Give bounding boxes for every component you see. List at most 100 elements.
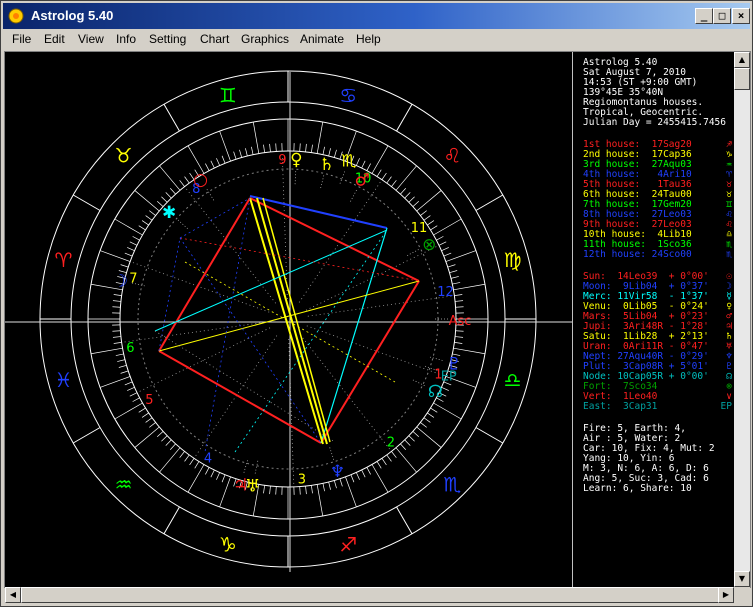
planet-glyph-icon: ○ <box>193 170 208 190</box>
degree-tick <box>404 192 411 199</box>
vertical-scroll-thumb[interactable] <box>734 68 750 90</box>
scroll-left-button[interactable]: ◀ <box>5 587 21 603</box>
menu-help[interactable]: Help <box>356 32 381 46</box>
menu-edit[interactable]: Edit <box>44 32 65 46</box>
minimize-button[interactable]: _ <box>695 8 713 24</box>
degree-tick <box>361 160 366 169</box>
vertical-scrollbar[interactable]: ▲ ▼ <box>734 52 750 587</box>
degree-tick <box>453 283 486 291</box>
zodiac-sign-icon: ♎ <box>504 368 522 392</box>
wheel-ring <box>70 101 506 537</box>
house-cusp-line-icon: ♏ <box>726 249 732 260</box>
menu-info[interactable]: Info <box>116 32 136 46</box>
aspect-line <box>158 350 322 444</box>
degree-tick <box>441 247 449 251</box>
degree-tick <box>356 472 360 480</box>
degree-tick <box>194 461 200 469</box>
wheel-ring <box>87 118 489 520</box>
astrology-wheel[interactable]: ♐♑♒♓♈♉♊ ♋♌♍♎♏123456789101112♂♏♄♀○✱☽⊗Asc♇E… <box>5 52 572 587</box>
menu-chart[interactable]: Chart <box>200 32 229 46</box>
degree-tick <box>159 165 181 191</box>
house-cusp-line <box>121 321 269 343</box>
horizontal-scrollbar[interactable]: ◀ ▶ <box>5 587 734 603</box>
planet-position-line-icon: EP <box>720 401 732 412</box>
degree-tick <box>114 402 143 420</box>
maximize-button[interactable]: □ <box>713 8 731 24</box>
degree-tick <box>120 264 129 268</box>
degree-tick <box>395 447 417 473</box>
degree-tick <box>412 431 420 438</box>
degree-tick <box>221 474 226 483</box>
degree-tick <box>404 439 411 446</box>
degree-tick <box>145 417 153 423</box>
planet-pointer <box>428 356 443 361</box>
degree-tick <box>455 306 464 308</box>
aspect-line <box>179 237 322 444</box>
degree-tick <box>452 282 461 285</box>
degree-tick <box>455 336 464 338</box>
zodiac-sign-icon: ♏ <box>443 472 461 496</box>
house-cusp-line <box>193 335 278 459</box>
degree-tick <box>252 121 260 154</box>
aspect-line <box>154 330 336 443</box>
menu-bar: File Edit View Info Setting Chart Graphi… <box>3 30 750 50</box>
planet-glyph-icon: ☽ <box>113 271 128 291</box>
scroll-down-button[interactable]: ▼ <box>734 571 750 587</box>
planet-pointer <box>329 446 335 460</box>
degree-tick <box>113 294 122 296</box>
menu-animate[interactable]: Animate <box>300 32 344 46</box>
planet-position-line: East: 3Cap31 <box>583 401 658 412</box>
title-bar[interactable]: Astrolog 5.40 _ □ × <box>3 3 750 29</box>
house-cusp-line <box>129 261 270 313</box>
aspect-line <box>179 197 251 239</box>
planet-glyph-icon: ✱ <box>162 203 176 223</box>
aspect-line <box>320 227 388 444</box>
degree-tick <box>169 187 176 195</box>
planet-pointer <box>243 459 249 473</box>
degree-tick <box>189 458 195 466</box>
degree-tick <box>322 483 325 492</box>
close-button[interactable]: × <box>732 8 750 24</box>
degree-tick <box>391 180 397 187</box>
degree-tick <box>165 192 172 199</box>
degree-tick <box>420 210 427 216</box>
planet-glyph-icon: EP <box>441 369 457 384</box>
degree-tick <box>311 485 313 494</box>
scroll-right-button[interactable]: ▶ <box>718 587 734 603</box>
planet-glyph-icon: ♀ <box>290 150 302 170</box>
zodiac-sign-icon: ♍ <box>504 248 522 272</box>
app-window: Astrolog 5.40 _ □ × File Edit View Info … <box>0 0 753 607</box>
info-panel: Astrolog 5.40 Sat August 7, 2010 14:53 (ST… <box>572 52 734 587</box>
scrollbar-corner <box>734 587 750 603</box>
degree-tick <box>145 215 153 221</box>
degree-tick <box>381 172 387 180</box>
degree-tick <box>455 300 464 302</box>
degree-tick <box>179 180 185 187</box>
scroll-up-button[interactable]: ▲ <box>734 52 750 68</box>
degree-tick <box>445 250 477 262</box>
horizontal-scroll-thumb[interactable] <box>21 587 723 603</box>
degree-tick <box>438 241 447 246</box>
sign-divider <box>72 194 101 211</box>
menu-graphics[interactable]: Graphics <box>241 32 289 46</box>
degree-tick <box>129 392 138 397</box>
house-number: 12 <box>437 285 454 300</box>
degree-tick <box>251 146 254 155</box>
degree-tick <box>161 435 168 442</box>
menu-view[interactable]: View <box>78 32 104 46</box>
degree-tick <box>219 130 231 162</box>
degree-tick <box>233 151 237 160</box>
aspect-line <box>256 197 328 445</box>
degree-tick <box>114 218 143 236</box>
degree-tick <box>275 486 277 495</box>
menu-setting[interactable]: Setting <box>149 32 186 46</box>
degree-tick <box>138 225 146 231</box>
aspect-line <box>249 197 324 445</box>
degree-tick <box>366 467 371 475</box>
menu-file[interactable]: File <box>12 32 31 46</box>
degree-tick <box>216 472 220 480</box>
planet-pointer <box>349 189 357 203</box>
degree-tick <box>159 447 181 473</box>
degree-tick <box>99 376 131 388</box>
sign-divider <box>475 427 504 444</box>
